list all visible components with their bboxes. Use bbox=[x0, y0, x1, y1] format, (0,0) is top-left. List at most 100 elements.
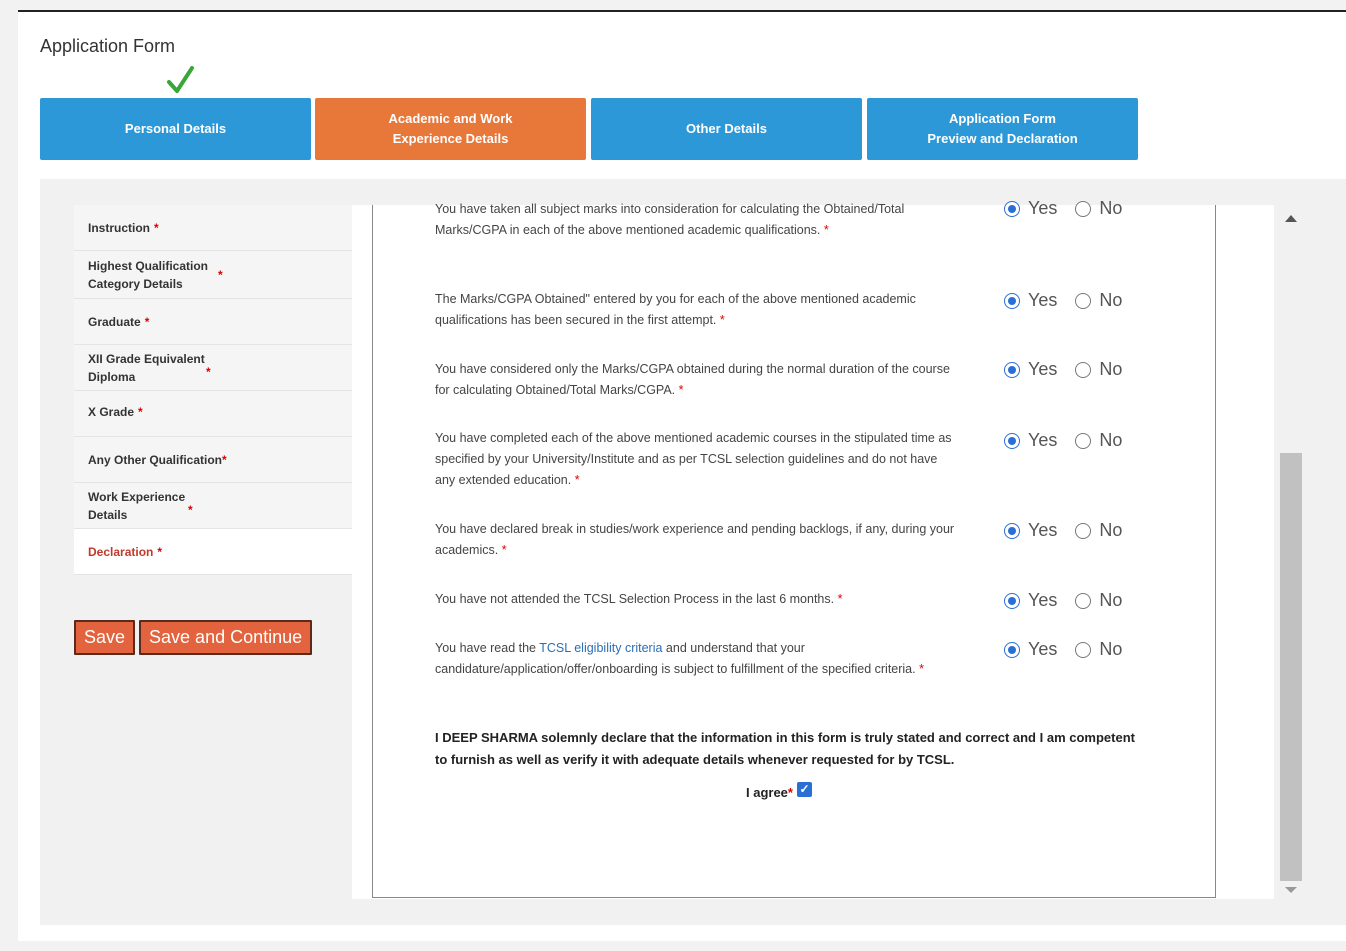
question-2: The Marks/CGPA Obtained" entered by you … bbox=[435, 289, 955, 331]
yes-radio[interactable] bbox=[1004, 292, 1020, 309]
sidebar-item-label: Highest Qualification Category Details bbox=[88, 258, 209, 291]
required-marker: * bbox=[501, 543, 507, 557]
tab-academic-work-experience[interactable]: Academic and Work Experience Details bbox=[315, 98, 586, 160]
tab-other-details[interactable]: Other Details bbox=[591, 98, 862, 160]
required-marker: * bbox=[144, 314, 150, 329]
question-text: You have considered only the Marks/CGPA … bbox=[435, 362, 950, 397]
question-3: You have considered only the Marks/CGPA … bbox=[435, 359, 955, 401]
yes-radio[interactable] bbox=[1004, 432, 1020, 449]
no-label: No bbox=[1099, 290, 1123, 310]
yes-label: Yes bbox=[1028, 430, 1058, 450]
required-marker: * bbox=[787, 785, 793, 800]
sidebar-item-work-experience[interactable]: Work Experience Details * bbox=[74, 483, 352, 529]
yes-label: Yes bbox=[1028, 590, 1058, 610]
sidebar-item-label: Work Experience Details bbox=[88, 489, 186, 522]
sidebar-item-declaration[interactable]: Declaration * bbox=[74, 529, 352, 575]
declaration-box: You have taken all subject marks into co… bbox=[372, 198, 1216, 898]
question-2-answer: Yes No bbox=[1004, 290, 1122, 311]
sidebar-item-highest-qualification[interactable]: Highest Qualification Category Details * bbox=[74, 251, 352, 299]
tab-label: Application Form Preview and Declaration bbox=[927, 111, 1078, 146]
sidebar-item-graduate[interactable]: Graduate * bbox=[74, 299, 352, 345]
save-button[interactable]: Save bbox=[74, 620, 136, 655]
question-text: You have declared break in studies/work … bbox=[435, 522, 955, 557]
question-6-answer: Yes No bbox=[1004, 590, 1122, 611]
declaration-content: You have taken all subject marks into co… bbox=[352, 198, 1274, 899]
required-marker: * bbox=[719, 313, 725, 327]
no-radio[interactable] bbox=[1075, 641, 1092, 658]
yes-radio[interactable] bbox=[1004, 361, 1020, 378]
required-marker: * bbox=[919, 662, 924, 676]
required-marker: * bbox=[218, 267, 223, 282]
section-sidebar: Instruction * Highest Qualification Categ… bbox=[74, 205, 352, 575]
yes-label: Yes bbox=[1028, 290, 1058, 310]
no-label: No bbox=[1099, 198, 1123, 218]
declaration-statement: I DEEP SHARMA solemnly declare that the … bbox=[435, 730, 1135, 767]
tab-label: Other Details bbox=[686, 121, 767, 136]
required-marker: * bbox=[222, 452, 227, 467]
question-text: You have taken all subject marks into co… bbox=[435, 202, 905, 237]
sidebar-item-label: X Grade bbox=[88, 405, 135, 419]
yes-radio[interactable] bbox=[1004, 592, 1020, 609]
content-scrollbar[interactable] bbox=[1280, 205, 1304, 899]
required-marker: * bbox=[157, 544, 163, 559]
form-actions: Save Save and Continue bbox=[74, 620, 313, 655]
yes-label: Yes bbox=[1028, 198, 1058, 218]
sidebar-item-label: XII Grade Equivalent Diploma bbox=[88, 351, 205, 384]
tab-preview-declaration[interactable]: Application Form Preview and Declaration bbox=[867, 98, 1138, 160]
no-label: No bbox=[1099, 590, 1123, 610]
question-text: You have completed each of the above men… bbox=[435, 431, 952, 487]
no-label: No bbox=[1099, 430, 1123, 450]
question-3-answer: Yes No bbox=[1004, 359, 1122, 380]
no-radio[interactable] bbox=[1075, 592, 1092, 609]
tab-label: Personal Details bbox=[124, 121, 227, 136]
yes-label: Yes bbox=[1028, 520, 1058, 540]
agree-label: I agree bbox=[746, 785, 788, 800]
sidebar-item-any-other-qualification[interactable]: Any Other Qualification * bbox=[74, 437, 352, 483]
required-marker: * bbox=[188, 503, 193, 517]
no-label: No bbox=[1099, 520, 1123, 540]
question-6: You have not attended the TCSL Selection… bbox=[435, 589, 995, 610]
question-1: You have taken all subject marks into co… bbox=[435, 199, 955, 241]
sidebar-item-label: Any Other Qualification bbox=[88, 452, 223, 467]
yes-radio[interactable] bbox=[1004, 522, 1020, 539]
sidebar-item-label: Declaration bbox=[88, 544, 154, 559]
sidebar-item-instruction[interactable]: Instruction * bbox=[74, 205, 352, 251]
no-radio[interactable] bbox=[1075, 200, 1092, 217]
required-marker: * bbox=[837, 592, 843, 606]
sidebar-item-xii-grade[interactable]: XII Grade Equivalent Diploma * bbox=[74, 345, 352, 391]
question-5-answer: Yes No bbox=[1004, 520, 1122, 541]
no-label: No bbox=[1099, 359, 1123, 379]
yes-radio[interactable] bbox=[1004, 200, 1020, 217]
required-marker: * bbox=[574, 473, 580, 487]
no-label: No bbox=[1099, 639, 1123, 659]
tab-personal-details[interactable]: Personal Details bbox=[40, 98, 311, 160]
page-title: Application Form bbox=[40, 36, 176, 56]
sidebar-item-label: Instruction bbox=[88, 220, 150, 235]
scroll-down-icon[interactable] bbox=[1285, 887, 1297, 893]
question-text: You have read the bbox=[435, 641, 540, 655]
agree-checkbox[interactable]: ✓ bbox=[796, 782, 812, 797]
yes-radio[interactable] bbox=[1004, 641, 1020, 658]
question-text: You have not attended the TCSL Selection… bbox=[435, 592, 835, 606]
question-5: You have declared break in studies/work … bbox=[435, 519, 955, 561]
question-7-answer: Yes No bbox=[1004, 639, 1122, 660]
tcsl-eligibility-criteria-link[interactable]: TCSL eligibility criteria bbox=[539, 641, 662, 655]
question-7: You have read the TCSL eligibility crite… bbox=[435, 638, 955, 680]
required-marker: * bbox=[138, 405, 143, 419]
required-marker: * bbox=[823, 223, 829, 237]
application-page: Application Form Personal Details Academ… bbox=[18, 10, 1346, 941]
required-marker: * bbox=[206, 365, 211, 379]
question-1-answer: Yes No bbox=[1004, 198, 1122, 219]
no-radio[interactable] bbox=[1075, 522, 1092, 539]
save-and-continue-button[interactable]: Save and Continue bbox=[139, 620, 313, 655]
no-radio[interactable] bbox=[1075, 361, 1092, 378]
no-radio[interactable] bbox=[1075, 432, 1092, 449]
yes-label: Yes bbox=[1028, 359, 1058, 379]
question-text: The Marks/CGPA Obtained" entered by you … bbox=[435, 292, 916, 327]
scrollbar-thumb[interactable] bbox=[1280, 453, 1302, 881]
tab-label: Academic and Work Experience Details bbox=[388, 111, 513, 146]
scroll-up-icon[interactable] bbox=[1285, 215, 1297, 222]
sidebar-item-x-grade[interactable]: X Grade * bbox=[74, 391, 352, 437]
question-4-answer: Yes No bbox=[1004, 430, 1122, 451]
no-radio[interactable] bbox=[1075, 292, 1092, 309]
